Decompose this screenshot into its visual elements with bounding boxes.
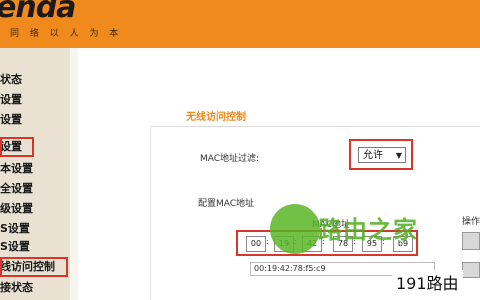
sidebar-item-settings-2[interactable]: 设置: [0, 110, 70, 130]
sidebar-item-connection-status[interactable]: 接状态: [0, 278, 70, 298]
sidebar: 状态 设置 设置 设置 本设置 全设置 级设置 S设置 S设置 线访问控制 接状…: [0, 48, 70, 300]
brand-tagline: 同 络 以 人 为 本: [10, 29, 123, 39]
sidebar-item-wps-settings[interactable]: S设置: [0, 219, 70, 239]
mac-octet-1-input[interactable]: 00: [246, 236, 266, 252]
mac-filter-value: 允许: [363, 150, 383, 161]
mac-filter-select[interactable]: 允许 ▼: [358, 147, 406, 163]
sidebar-divider: [70, 48, 78, 300]
panel-title: 无线访问控制: [186, 112, 246, 123]
sidebar-item-settings-3[interactable]: 设置: [0, 137, 34, 157]
sidebar-item-wireless-access-control[interactable]: 线访问控制: [0, 257, 68, 277]
sidebar-item-basic-settings[interactable]: 本设置: [0, 159, 70, 179]
watermark-logo-icon: [270, 204, 320, 254]
sidebar-item-advanced-settings[interactable]: 级设置: [0, 199, 70, 219]
sidebar-item-status[interactable]: 状态: [0, 70, 70, 90]
chevron-down-icon: ▼: [395, 151, 402, 160]
config-mac-label: 配置MAC地址: [198, 199, 255, 209]
mac-filter-label: MAC地址过滤:: [200, 154, 260, 164]
delete-mac-button[interactable]: [462, 262, 480, 278]
brand-logo: enda: [0, 0, 76, 25]
add-mac-button[interactable]: [462, 232, 480, 250]
sidebar-item-wds-settings[interactable]: S设置: [0, 237, 70, 257]
mac-separator: :: [266, 237, 269, 246]
ops-column-header: 操作: [462, 217, 480, 227]
sidebar-item-settings-1[interactable]: 设置: [0, 90, 70, 110]
sidebar-item-security-settings[interactable]: 全设置: [0, 179, 70, 199]
corner-watermark-label: 191路由: [392, 270, 463, 294]
watermark-text: 路由之家: [318, 216, 418, 244]
header-banner: enda 同 络 以 人 为 本: [0, 0, 480, 48]
